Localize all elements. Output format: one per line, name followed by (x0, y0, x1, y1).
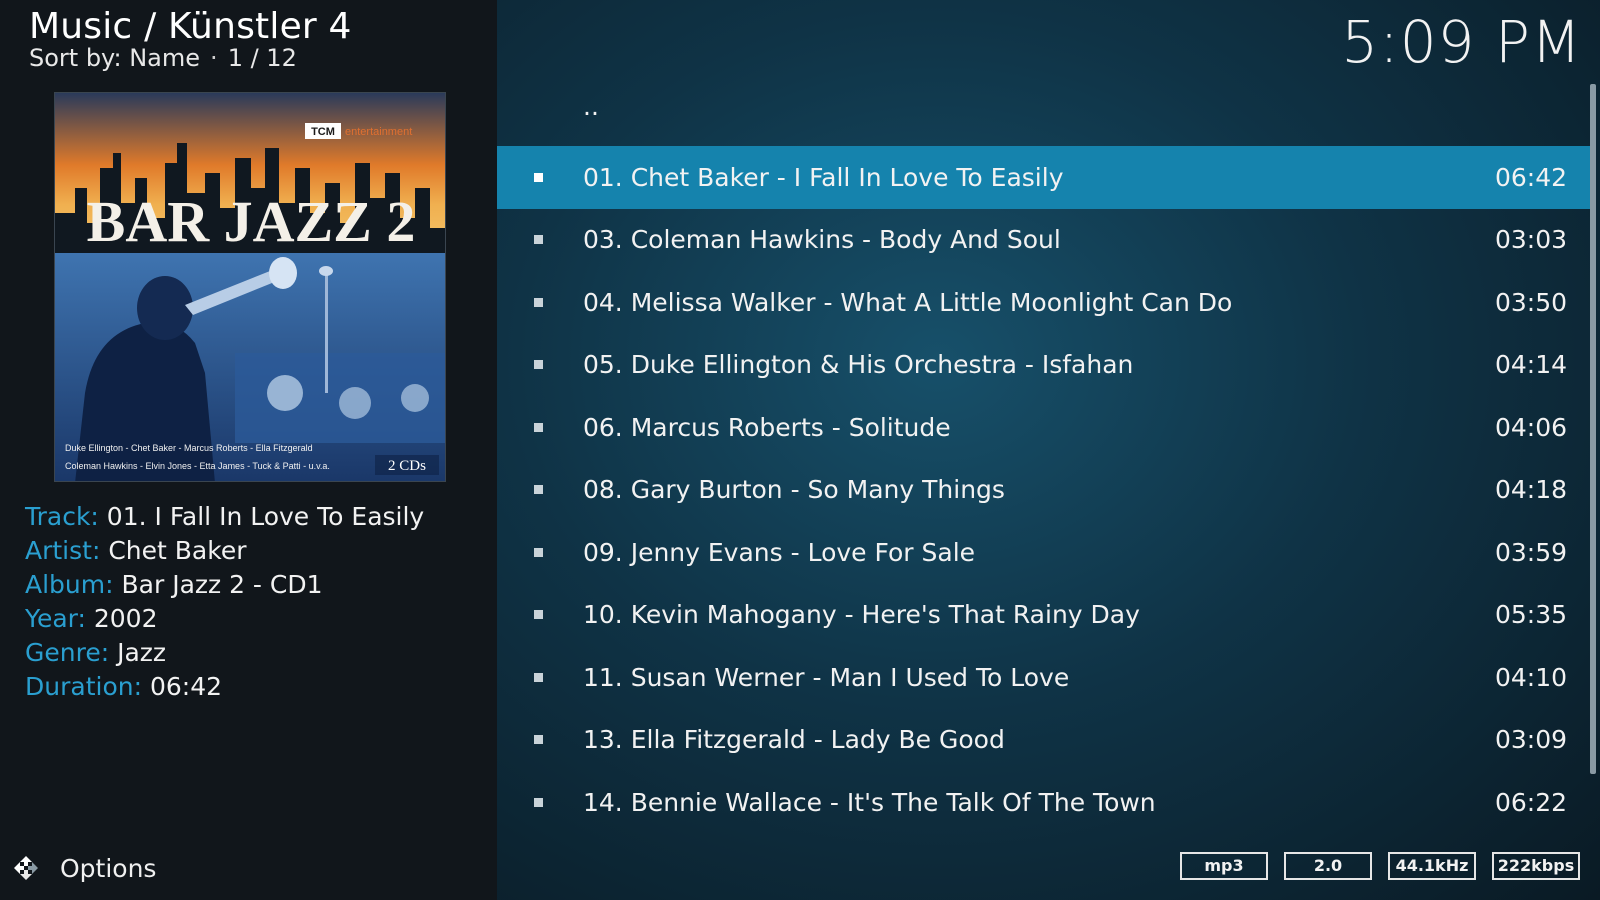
track-duration: 04:06 (1494, 412, 1567, 442)
bullet-icon (534, 610, 543, 620)
sort-label: Sort by: Name (29, 44, 201, 72)
track-title: 03. Coleman Hawkins - Body And Soul (583, 225, 1061, 255)
track-title: 08. Gary Burton - So Many Things (583, 475, 1005, 505)
track-duration: 03:59 (1494, 537, 1567, 567)
track-info: Track: 01. I Fall In Love To Easily Arti… (25, 500, 424, 704)
track-duration: 04:14 (1494, 350, 1567, 380)
track-duration: 03:03 (1494, 225, 1567, 255)
track-title: 14. Bennie Wallace - It's The Talk Of Th… (583, 787, 1156, 817)
bullet-icon (534, 297, 543, 307)
track-title: 05. Duke Ellington & His Orchestra - Isf… (583, 350, 1134, 380)
list-item[interactable]: 05. Duke Ellington & His Orchestra - Isf… (497, 334, 1593, 397)
list-item[interactable]: 13. Ella Fitzgerald - Lady Be Good 03:09 (497, 709, 1593, 772)
info-album: Album: Bar Jazz 2 - CD1 (25, 570, 323, 599)
bitrate-badge: 222kbps (1492, 852, 1580, 880)
track-title: 10. Kevin Mahogany - Here's That Rainy D… (583, 600, 1140, 630)
track-list: .. 01. Chet Baker - I Fall In Love To Ea… (497, 84, 1593, 834)
info-duration: Duration: 06:42 (25, 672, 223, 701)
list-item[interactable]: 08. Gary Burton - So Many Things 04:18 (497, 459, 1593, 522)
separator-dot: · (210, 44, 218, 72)
track-duration: 04:10 (1494, 662, 1567, 692)
cover-brand: TCM (311, 126, 335, 138)
list-item[interactable]: 01. Chet Baker - I Fall In Love To Easil… (497, 146, 1593, 209)
cover-artists-2: Coleman Hawkins - Elvin Jones - Etta Jam… (65, 461, 330, 471)
list-item[interactable]: 04. Melissa Walker - What A Little Moonl… (497, 271, 1593, 334)
list-item[interactable]: 11. Susan Werner - Man I Used To Love 04… (497, 646, 1593, 709)
options-arrows-icon (14, 856, 38, 880)
codec-badge: mp3 (1180, 852, 1268, 880)
bullet-icon (534, 672, 543, 682)
info-artist: Artist: Chet Baker (25, 536, 247, 565)
codec-badges: mp3 2.0 44.1kHz 222kbps (1180, 852, 1580, 880)
list-item[interactable]: 09. Jenny Evans - Love For Sale 03:59 (497, 521, 1593, 584)
track-duration: 04:18 (1494, 475, 1567, 505)
cover-brand-sub: entertainment (345, 126, 412, 138)
track-duration: 06:22 (1494, 787, 1567, 817)
options-label: Options (60, 853, 157, 883)
cover-discs: 2 CDs (388, 458, 426, 474)
track-title: 09. Jenny Evans - Love For Sale (583, 537, 976, 567)
page-title: Music / Künstler 4 (29, 6, 352, 47)
bullet-icon (534, 735, 543, 745)
track-title: 11. Susan Werner - Man I Used To Love (583, 662, 1070, 692)
sort-info[interactable]: Sort by: Name · 1 / 12 (29, 44, 297, 72)
track-duration: 05:35 (1494, 600, 1567, 630)
bullet-icon (534, 422, 543, 432)
parent-folder-label: .. (583, 92, 599, 121)
bullet-icon (534, 547, 543, 557)
bullet-icon (534, 797, 543, 807)
track-duration: 03:09 (1494, 725, 1567, 755)
album-cover: TCM entertainment BAR JAZZ 2 Duke Elling… (54, 92, 446, 482)
bullet-icon (534, 485, 543, 495)
bullet-icon (534, 172, 543, 182)
bullet-icon (534, 360, 543, 370)
info-track: Track: 01. I Fall In Love To Easily (25, 502, 425, 531)
clock: 5:09 PM (1341, 8, 1582, 76)
track-title: 01. Chet Baker - I Fall In Love To Easil… (583, 162, 1064, 192)
info-genre: Genre: Jazz (25, 638, 167, 667)
track-duration: 06:42 (1494, 162, 1567, 192)
scrollbar[interactable] (1590, 84, 1596, 774)
parent-folder-item[interactable]: .. (497, 84, 1593, 146)
track-title: 06. Marcus Roberts - Solitude (583, 412, 951, 442)
channels-badge: 2.0 (1284, 852, 1372, 880)
bullet-icon (534, 235, 543, 245)
item-position: 1 / 12 (227, 44, 297, 72)
cover-title: BAR JAZZ 2 (87, 189, 416, 254)
list-item[interactable]: 03. Coleman Hawkins - Body And Soul 03:0… (497, 209, 1593, 272)
list-item[interactable]: 14. Bennie Wallace - It's The Talk Of Th… (497, 771, 1593, 834)
samplerate-badge: 44.1kHz (1388, 852, 1476, 880)
cover-artists-1: Duke Ellington - Chet Baker - Marcus Rob… (65, 443, 313, 453)
track-title: 04. Melissa Walker - What A Little Moonl… (583, 287, 1233, 317)
track-title: 13. Ella Fitzgerald - Lady Be Good (583, 725, 1005, 755)
info-year: Year: 2002 (25, 604, 158, 633)
list-item[interactable]: 10. Kevin Mahogany - Here's That Rainy D… (497, 584, 1593, 647)
track-duration: 03:50 (1494, 287, 1567, 317)
list-item[interactable]: 06. Marcus Roberts - Solitude 04:06 (497, 396, 1593, 459)
options-button[interactable]: Options (12, 850, 156, 886)
